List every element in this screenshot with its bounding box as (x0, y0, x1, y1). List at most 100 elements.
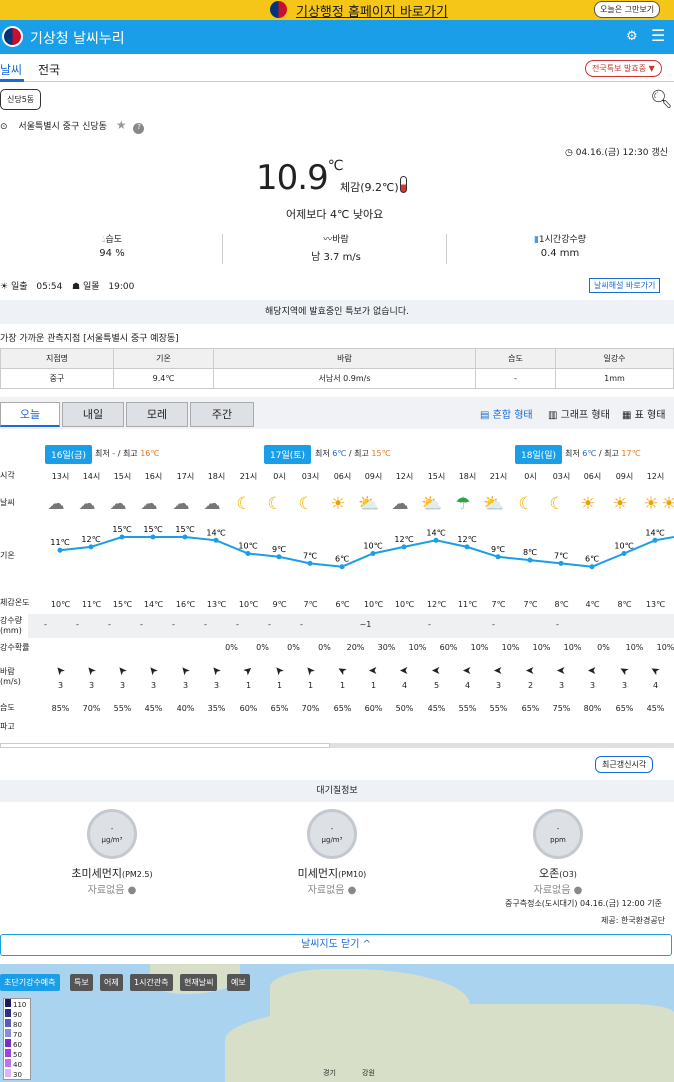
view-table[interactable]: ▦ 표 형태 (622, 406, 665, 421)
table-header: 기온 (113, 348, 214, 369)
temp-label: 12℃ (81, 535, 100, 544)
map-tab[interactable]: 어제 (100, 974, 123, 991)
close-map-button[interactable]: 날씨지도 닫기 ^ (0, 934, 672, 956)
search-icon[interactable]: 🔍︎ (650, 89, 673, 110)
tab-today[interactable]: 오늘 (0, 402, 60, 427)
view-mixed[interactable]: ▤ 혼합 형태 (480, 406, 533, 421)
moon-icon: ☾ (518, 494, 534, 514)
moon-icon: ☾ (236, 494, 252, 514)
moon-icon: ☾ (549, 494, 565, 514)
min-temp: 6℃ (582, 449, 597, 458)
humidity-value: 85% (51, 704, 70, 713)
info-icon[interactable]: ● (348, 885, 357, 896)
map-label: 경기 (323, 1069, 336, 1077)
hour-label: 06시 (583, 472, 602, 481)
feels-value: 8℃ (617, 600, 632, 609)
location-select-button[interactable]: 신당5동 (0, 89, 42, 110)
menu-icon[interactable]: ☰ (651, 26, 665, 45)
legend-row: 40 (4, 1059, 30, 1069)
sunset: ☗ 일몰 19:00 (72, 282, 135, 292)
current-temperature: 10.9℃ (256, 158, 343, 198)
tab-day-after[interactable]: 모레 (126, 402, 188, 427)
weather-guide-button[interactable]: 날씨해설 바로가기 (589, 278, 661, 293)
temp-label: 8℃ (523, 548, 537, 557)
hour-label: 03시 (552, 472, 571, 481)
day-badge[interactable]: 16일(금) (45, 445, 93, 464)
map-tab[interactable]: 1시간관측 (130, 974, 173, 991)
scroll-thumb[interactable] (0, 743, 330, 748)
temp-label: 15℃ (175, 525, 194, 534)
sun-icon: ☀ (580, 494, 596, 514)
sunset-icon: ☗ (72, 282, 81, 292)
row-label-time: 시각 (0, 471, 15, 480)
moon-icon: ☾ (267, 494, 283, 514)
hour-label: 21시 (489, 472, 508, 481)
legend-value: 40 (13, 1061, 22, 1069)
hour-label: 09시 (364, 472, 383, 481)
hour-label: 14시 (82, 472, 101, 481)
refresh-time-button[interactable]: 최근갱신시각 (595, 756, 654, 773)
legend-value: 110 (13, 1001, 27, 1009)
kma-logo[interactable] (2, 26, 23, 47)
favorite-star-icon[interactable]: ★ (116, 118, 127, 132)
wind-speed: 2 (527, 681, 534, 690)
wind-speed: 3 (495, 681, 502, 690)
feels-value: 15℃ (112, 600, 133, 609)
temp-point (245, 551, 251, 556)
feels-value: 11℃ (81, 600, 102, 609)
info-icon[interactable]: ● (128, 885, 137, 896)
map-tab[interactable]: 초단기강수예측 (0, 974, 60, 991)
wind-arrow-icon: ➤ (208, 662, 224, 679)
temp-label: 12℃ (457, 535, 476, 544)
temp-label: 11℃ (50, 538, 69, 547)
target-icon[interactable]: ⊙ (0, 122, 8, 132)
nationwide-alert-button[interactable]: 전국특보 발효중 ▼ (585, 60, 662, 77)
kma-homepage-link[interactable]: 기상행정 홈페이지 바로가기 (296, 1, 448, 20)
feels-value: 4℃ (585, 600, 600, 609)
hour-label: 13시 (51, 472, 70, 481)
temp-point (213, 537, 219, 543)
precip-value: - (428, 620, 431, 629)
legend-value: 80 (13, 1021, 22, 1029)
forecast-scrollbar[interactable] (0, 743, 674, 748)
help-icon[interactable]: ? (133, 123, 145, 134)
legend-swatch (5, 1039, 11, 1047)
precip-prob: 0% (597, 643, 610, 652)
humidity-value: 50% (395, 704, 414, 713)
min-label: 최저 (315, 449, 333, 458)
map-tab[interactable]: 특보 (70, 974, 93, 991)
day-badge[interactable]: 18일(일) (515, 445, 563, 464)
precip-value: - (300, 620, 303, 629)
legend-row: 50 (4, 1049, 30, 1059)
tab-weekly[interactable]: 주간 (190, 402, 254, 427)
wind-arrow-icon: ➤ (83, 662, 99, 679)
update-time: ◷ 04.16.(금) 12:30 갱신 (565, 148, 668, 158)
cloud-icon: ☁ (140, 494, 158, 514)
separator: / 최고 (596, 449, 622, 458)
tab-nationwide[interactable]: 전국 (38, 61, 60, 78)
hour-label: 03시 (301, 472, 320, 481)
temp-label: 9℃ (272, 545, 286, 554)
cloud-icon: ☁ (391, 494, 409, 514)
temp-point (57, 547, 63, 553)
gear-icon[interactable]: ⚙ (626, 29, 638, 44)
dismiss-today-button[interactable]: 오늘은 그만보기 (594, 1, 661, 18)
map-tab[interactable]: 예보 (227, 974, 250, 991)
humidity-value: 45% (646, 704, 665, 713)
day-badge[interactable]: 17일(토) (264, 445, 312, 464)
temp-point (307, 560, 313, 566)
divider (222, 234, 223, 264)
precip-prob: 10% (408, 643, 427, 652)
info-icon[interactable]: ● (574, 885, 583, 896)
hour-label: 09시 (615, 472, 634, 481)
wind-arrow-icon: ➤ (302, 662, 318, 679)
map-tab[interactable]: 현재날씨 (180, 974, 218, 991)
wind-speed: 1 (307, 681, 314, 690)
tab-weather[interactable]: 날씨 (0, 61, 22, 78)
table-header: 지점명 (0, 348, 114, 369)
site-title[interactable]: 기상청 날씨누리 (30, 28, 125, 48)
precip-prob: 60% (439, 643, 458, 652)
view-graph[interactable]: ▥ 그래프 형태 (548, 406, 610, 421)
temp-label: 10℃ (614, 542, 633, 551)
tab-tomorrow[interactable]: 내일 (62, 402, 124, 427)
